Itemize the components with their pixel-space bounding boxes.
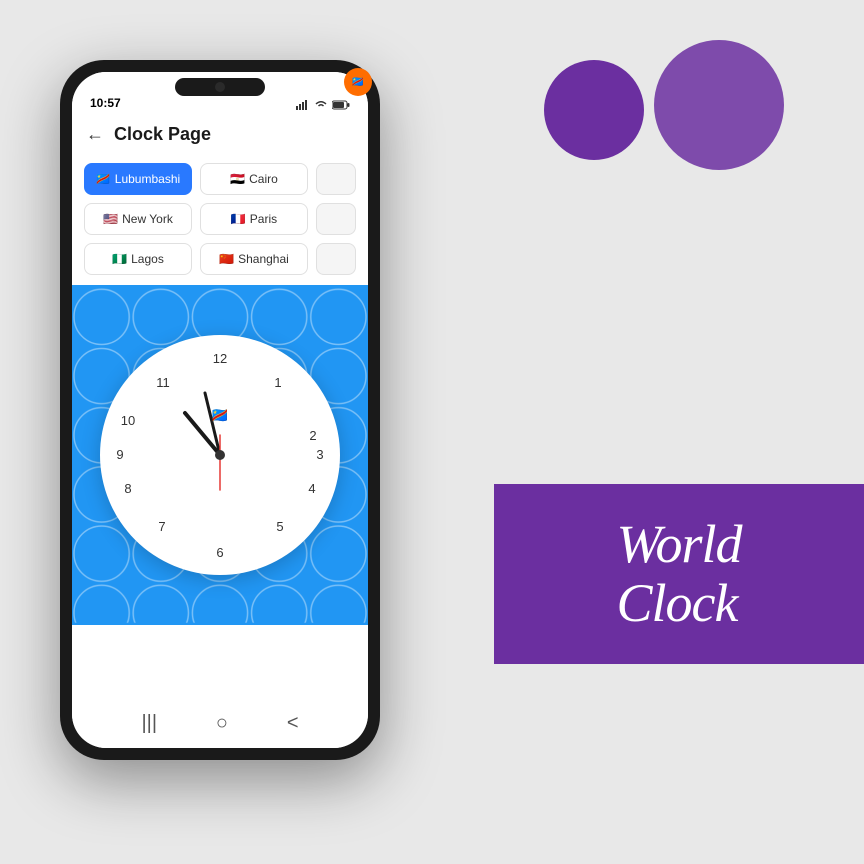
city-button-newyork[interactable]: 🇺🇸 New York <box>84 203 192 235</box>
lubumbashi-flag: 🇨🇩 <box>96 172 111 186</box>
nav-menu-icon[interactable]: ||| <box>141 712 157 735</box>
phone-camera <box>215 82 225 92</box>
svg-text:4: 4 <box>308 481 315 496</box>
wifi-icon <box>314 100 328 110</box>
cairo-flag: 🇪🇬 <box>230 172 245 186</box>
newyork-flag: 🇺🇸 <box>103 212 118 226</box>
svg-text:12: 12 <box>213 351 227 366</box>
clock-flag: 🇨🇩 <box>211 407 228 424</box>
shanghai-flag: 🇨🇳 <box>219 252 234 266</box>
svg-text:10: 10 <box>121 413 135 428</box>
clock-face-container: 🇨🇩 12 1 2 3 4 <box>100 335 340 575</box>
svg-text:1: 1 <box>274 375 281 390</box>
clock-area: 🇨🇩 12 1 2 3 4 <box>72 285 368 625</box>
world-clock-text: World Clock <box>616 515 741 634</box>
city-button-partial-1[interactable] <box>316 163 356 195</box>
svg-text:8: 8 <box>124 481 131 496</box>
city-button-shanghai[interactable]: 🇨🇳 Shanghai <box>200 243 308 275</box>
svg-text:3: 3 <box>316 447 323 462</box>
svg-text:9: 9 <box>116 447 123 462</box>
back-button[interactable]: ← <box>86 124 104 145</box>
city-button-lubumbashi[interactable]: 🇨🇩 Lubumbashi <box>84 163 192 195</box>
decorative-circle-1 <box>544 60 644 160</box>
svg-text:7: 7 <box>158 519 165 534</box>
svg-text:2: 2 <box>309 428 316 443</box>
svg-text:6: 6 <box>216 545 223 560</box>
phone-body: 🇨🇩 10:57 <box>60 60 380 760</box>
app-header: ← Clock Page <box>72 116 368 153</box>
city-button-lagos[interactable]: 🇳🇬 Lagos <box>84 243 192 275</box>
phone-screen: 10:57 <box>72 72 368 748</box>
decorative-circle-2 <box>654 40 784 170</box>
paris-flag: 🇫🇷 <box>231 212 246 226</box>
city-button-partial-3[interactable] <box>316 243 356 275</box>
phone-device: 🇨🇩 10:57 <box>60 60 380 760</box>
city-button-partial-2[interactable] <box>316 203 356 235</box>
city-grid: 🇨🇩 Lubumbashi 🇪🇬 Cairo 🇺🇸 New York 🇫🇷 Pa… <box>72 153 368 285</box>
svg-text:11: 11 <box>156 375 170 390</box>
app-title: Clock Page <box>114 124 211 145</box>
status-icons <box>296 100 350 110</box>
app-badge: 🇨🇩 <box>344 68 372 96</box>
nav-back-icon[interactable]: < <box>287 712 299 735</box>
world-clock-banner: World Clock <box>494 484 864 664</box>
clock-face: 🇨🇩 12 1 2 3 4 <box>100 335 340 575</box>
status-time: 10:57 <box>90 96 121 110</box>
lagos-flag: 🇳🇬 <box>112 252 127 266</box>
nav-home-icon[interactable]: ○ <box>216 712 228 735</box>
svg-text:5: 5 <box>276 519 283 534</box>
clock-numbers-svg: 12 1 2 3 4 5 6 <box>100 335 340 575</box>
battery-icon <box>332 100 350 110</box>
bottom-navigation: ||| ○ < <box>72 698 368 748</box>
city-button-cairo[interactable]: 🇪🇬 Cairo <box>200 163 308 195</box>
city-button-paris[interactable]: 🇫🇷 Paris <box>200 203 308 235</box>
signal-icon <box>296 100 310 110</box>
